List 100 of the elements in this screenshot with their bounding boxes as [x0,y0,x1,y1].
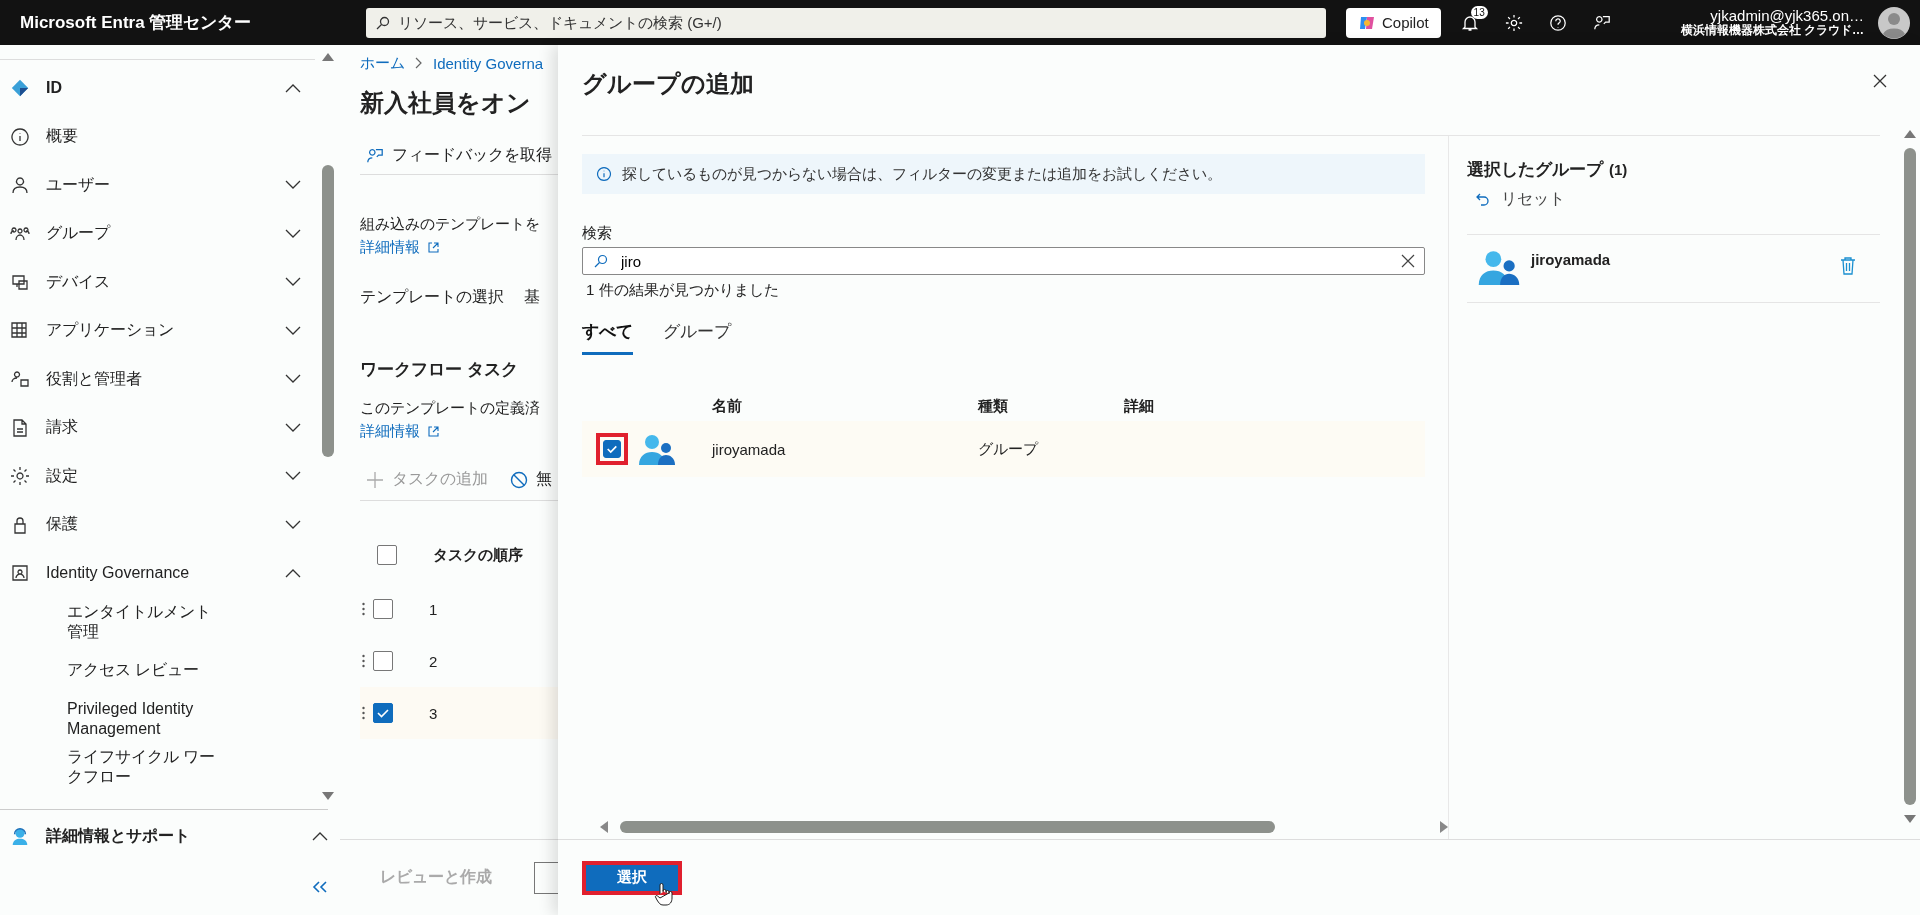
avatar-icon[interactable] [1878,6,1910,39]
scroll-down-icon[interactable] [1904,815,1916,823]
column-header[interactable]: タスクの順序 [433,545,523,565]
result-count: 1 件の結果が見つかりました [586,281,780,300]
nav-item[interactable]: 設定 [0,452,315,501]
section-heading: ワークフロー タスク [360,359,519,381]
field-label: 検索 [582,224,613,243]
chevron-right-icon [415,57,423,69]
page-title: 新入社員をオン [360,88,532,118]
search-icon [594,254,608,268]
clear-icon[interactable] [1401,254,1415,268]
role-icon [10,369,30,390]
nav-item[interactable]: 役割と管理者 [0,355,315,404]
nav-item[interactable]: ID [0,64,315,113]
notification-badge: 13 [1470,5,1488,19]
account-email[interactable]: yjkadmin@yjk365.on… [1710,6,1864,25]
table-row[interactable]: jiroyamada グループ [582,421,1425,477]
collapse-icon[interactable] [312,881,328,893]
scroll-up-icon[interactable] [1904,130,1916,138]
delete-icon[interactable] [1840,257,1856,275]
settings-icon [10,466,30,487]
tab[interactable]: グループ [663,314,731,355]
app-title: Microsoft Entra 管理センター [20,12,253,34]
nav-item[interactable]: 概要 [0,112,315,161]
nav-item[interactable]: エンタイトルメント管理 [0,597,315,646]
table-row[interactable]: 1 [360,583,558,635]
feedback-icon [366,146,384,165]
info-icon [596,166,612,182]
section-description: このテンプレートの定義済 [360,399,541,418]
plus-icon [366,470,384,489]
checkbox[interactable] [603,440,621,458]
search-field[interactable]: jiro [582,247,1425,275]
nav-item[interactable]: アプリケーション [0,306,315,355]
table-cell-text: グループ [978,439,1040,459]
learn-more-link[interactable]: 詳細情報 [360,238,439,257]
support-icon [10,825,30,847]
description-text: 組み込みのテンプレートを [360,215,541,234]
scroll-up-icon[interactable] [321,53,334,61]
disable-button[interactable]: 無 [504,469,552,490]
nav-item[interactable]: 保護 [0,500,315,549]
nav-item[interactable]: デバイス [0,258,315,307]
hand-cursor-icon [654,882,674,906]
checkbox[interactable] [373,703,393,723]
breadcrumb-link[interactable]: Identity Governa [433,54,544,72]
info-icon [10,126,30,147]
nav-item[interactable]: アクセス レビュー [0,646,315,695]
group-icon [638,433,676,465]
group-icon [1477,249,1521,285]
learn-more-link[interactable]: 詳細情報 [360,422,439,441]
table-cell: 2 [429,652,438,670]
feedback-button[interactable]: フィードバックを取得 [360,145,552,166]
table-cell: 3 [429,704,438,722]
breadcrumb-link[interactable]: ホーム [360,53,405,73]
nav-item[interactable]: 詳細情報とサポート [0,810,328,862]
scrollbar-thumb[interactable] [1904,148,1916,805]
checkbox[interactable] [373,599,393,619]
nav-item[interactable]: グループ [0,209,315,258]
copilot-button[interactable]: Copilot [1346,7,1441,38]
feedback-icon[interactable] [1592,13,1611,32]
tab[interactable]: テンプレートの選択 [360,287,504,308]
drag-handle-icon[interactable] [362,654,365,668]
column-header[interactable]: 名前 [712,396,978,416]
tab[interactable]: すべて [582,314,633,355]
search-icon [376,15,390,30]
close-icon[interactable] [1872,72,1888,89]
nav-item[interactable]: ユーザー [0,161,315,210]
scroll-right-icon[interactable] [1440,821,1448,833]
prohibited-icon [510,470,528,489]
checkbox[interactable] [373,651,393,671]
person-icon [10,175,30,196]
column-header[interactable]: 詳細 [1124,396,1424,416]
external-link-icon [428,426,439,437]
checkmark-icon [606,443,618,455]
help-icon[interactable] [1548,13,1567,32]
devices-icon [10,272,30,293]
settings-icon[interactable] [1504,13,1523,32]
table-row[interactable]: 2 [360,635,558,687]
scrollbar-thumb[interactable] [321,165,334,457]
drag-handle-icon[interactable] [362,602,365,616]
checkbox[interactable] [377,545,397,565]
select-button[interactable]: 選択 [582,860,682,895]
table-row[interactable]: 3 [360,687,558,739]
scrollbar-thumb[interactable] [620,821,1275,833]
scroll-left-icon[interactable] [600,821,608,833]
nav-item[interactable]: ライフサイクル ワークフロー [0,743,315,792]
search-field[interactable]: リソース、サービス、ドキュメントの検索 (G+/) [366,7,1326,38]
document-icon [10,417,30,438]
nav-item[interactable]: Identity Governance [0,549,315,598]
organization-name: 横浜情報機器株式会社 クラウド… [1680,24,1864,38]
scroll-down-icon[interactable] [321,792,334,800]
tab[interactable]: 基 [524,287,540,308]
grid-icon [10,320,30,341]
drag-handle-icon[interactable] [362,706,365,720]
reset-button[interactable]: リセット [1475,189,1565,210]
column-header[interactable]: 種類 [978,396,1124,416]
undo-icon [1475,191,1491,208]
panel-title: グループの追加 [582,68,755,99]
nav-item[interactable]: Privileged Identity Management [0,694,315,743]
nav-item[interactable]: 請求 [0,403,315,452]
info-text: 探しているものが見つからない場合は、フィルターの変更または追加をお試しください。 [622,164,1222,184]
